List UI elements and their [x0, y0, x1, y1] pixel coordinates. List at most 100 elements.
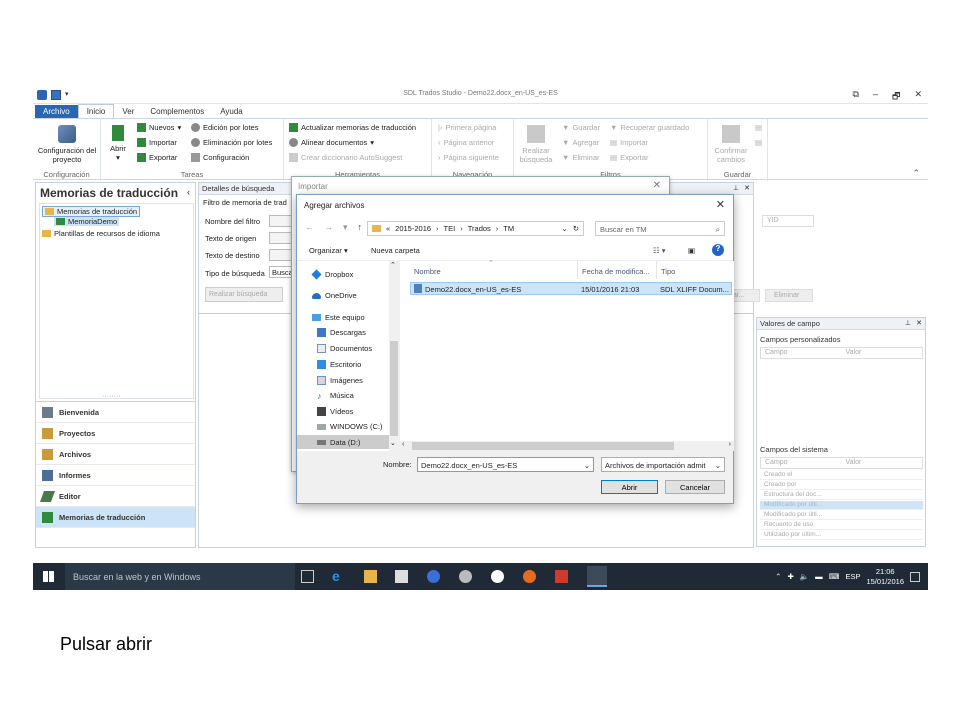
- restore-icon[interactable]: 🗗: [892, 89, 900, 105]
- nav-musica[interactable]: ♪ Música: [317, 391, 354, 401]
- tray-chevron-icon[interactable]: ⌃: [775, 572, 781, 581]
- view-options-icon[interactable]: ☷ ▾: [653, 246, 666, 255]
- tree-node-memorias[interactable]: Memorias de traducción: [42, 206, 141, 217]
- tree-node-plantillas[interactable]: Plantillas de recursos de idioma: [42, 229, 160, 238]
- column-tipo[interactable]: Tipo: [657, 261, 733, 279]
- system-field-row[interactable]: Recuento de uso: [760, 521, 923, 530]
- nav-scrollbar[interactable]: ⌃ ⌄: [389, 261, 399, 451]
- project-config-button[interactable]: Configuración del proyecto: [37, 125, 97, 164]
- system-field-row[interactable]: Creado el: [760, 471, 923, 480]
- volume-icon[interactable]: 🔈: [800, 572, 809, 581]
- store-icon[interactable]: [395, 570, 408, 583]
- guardar-filtro-button[interactable]: ▼ Guardar: [562, 123, 600, 132]
- crear-diccionario-button[interactable]: Crear diccionario AutoSuggest: [289, 153, 402, 162]
- scroll-thumb[interactable]: [412, 442, 674, 450]
- clock[interactable]: 21:06 15/01/2016: [866, 567, 904, 587]
- nav-memorias[interactable]: Memorias de traducción: [36, 507, 195, 528]
- close-icon[interactable]: ✕: [916, 319, 922, 327]
- importar-button[interactable]: Importar: [137, 138, 177, 147]
- nav-dropbox[interactable]: Dropbox: [311, 269, 353, 280]
- scroll-down-icon[interactable]: ⌄: [390, 439, 396, 447]
- confirmar-cambios-button[interactable]: Confirmar cambios: [712, 125, 750, 164]
- nav-data-d[interactable]: Data (D:): [297, 435, 389, 449]
- yid-field[interactable]: YID: [762, 215, 814, 227]
- agregar-filtro-button[interactable]: ▼ Agregar: [562, 138, 599, 147]
- file-row[interactable]: Demo22.docx_en-US_es-ES 15/01/2016 21:03…: [410, 282, 732, 295]
- nav-escritorio[interactable]: Escritorio: [317, 360, 361, 369]
- pagina-anterior-button[interactable]: ‹ Página anterior: [438, 138, 494, 147]
- firefox-icon[interactable]: [523, 570, 536, 583]
- help-icon[interactable]: ?: [712, 244, 724, 256]
- collapse-panel-icon[interactable]: ‹: [187, 187, 190, 197]
- scroll-up-icon[interactable]: ⌃: [390, 261, 396, 269]
- close-icon[interactable]: ✕: [744, 184, 750, 192]
- small-icon-a[interactable]: ▤: [755, 123, 762, 132]
- close-icon[interactable]: ✕: [716, 198, 725, 211]
- nav-proyectos[interactable]: Proyectos: [36, 423, 195, 444]
- pin-icon[interactable]: ⊥: [905, 319, 911, 327]
- tab-archivo[interactable]: Archivo: [35, 105, 78, 118]
- keyboard-icon[interactable]: ⌨: [829, 572, 840, 581]
- app-icon[interactable]: [427, 570, 440, 583]
- nav-descargas[interactable]: Descargas: [317, 328, 366, 337]
- task-view-icon[interactable]: [301, 570, 314, 583]
- windows-start-icon[interactable]: [43, 571, 54, 582]
- system-field-row[interactable]: Modificado por últi...: [760, 501, 923, 510]
- primera-pagina-button[interactable]: |‹ Primera página: [438, 123, 496, 132]
- language-indicator[interactable]: ESP: [845, 572, 860, 581]
- file-hscrollbar[interactable]: ‹ ›: [400, 441, 734, 451]
- realizar-busqueda-button[interactable]: Realizar búsqueda: [518, 125, 554, 164]
- scroll-left-icon[interactable]: ‹: [402, 441, 404, 448]
- path-dropdown-icon[interactable]: ⌄: [561, 224, 567, 233]
- nueva-carpeta-button[interactable]: Nueva carpeta: [371, 246, 420, 255]
- alinear-button[interactable]: Alinear documentos ▾: [289, 138, 374, 147]
- preview-pane-icon[interactable]: ▣: [688, 246, 695, 255]
- file-name-input[interactable]: Demo22.docx_en-US_es-ES ⌄: [417, 457, 594, 472]
- battery-icon[interactable]: ▬: [815, 572, 823, 581]
- nuevos-button[interactable]: Nuevos ▾: [137, 123, 181, 132]
- nav-este-equipo[interactable]: Este equipo: [312, 313, 365, 322]
- tab-inicio[interactable]: Inicio: [77, 104, 115, 118]
- file-type-select[interactable]: Archivos de importación admit ⌄: [601, 457, 725, 472]
- app-icon[interactable]: [459, 570, 472, 583]
- nav-onedrive[interactable]: OneDrive: [312, 291, 357, 300]
- forward-icon[interactable]: →: [324, 222, 333, 233]
- abrir-button[interactable]: Abrir ▾: [107, 125, 129, 162]
- tab-complementos[interactable]: Complementos: [142, 105, 212, 118]
- system-field-row[interactable]: Utilizado por últim...: [760, 531, 923, 540]
- up-icon[interactable]: ↑: [358, 222, 363, 233]
- tray-app-icon[interactable]: ✚: [787, 572, 793, 581]
- recent-dropdown-icon[interactable]: ▾: [343, 222, 348, 233]
- nav-informes[interactable]: Informes: [36, 465, 195, 486]
- scroll-right-icon[interactable]: ›: [729, 441, 731, 448]
- eliminar-button[interactable]: Eliminar: [765, 289, 813, 302]
- search-input[interactable]: Buscar en TM ⌕: [595, 221, 725, 236]
- tree-node-memoriademo[interactable]: MemoriaDemo: [54, 217, 120, 226]
- abrir-button[interactable]: Abrir: [601, 480, 658, 494]
- minimize-icon[interactable]: –: [873, 89, 878, 105]
- back-icon[interactable]: ←: [305, 222, 314, 233]
- splitter-grip[interactable]: ········: [102, 393, 121, 400]
- eliminar-filtro-button[interactable]: ▼ Eliminar: [562, 153, 600, 162]
- column-nombre[interactable]: Nombre: [410, 261, 578, 279]
- tab-ver[interactable]: Ver: [114, 105, 142, 118]
- address-bar[interactable]: « 2015-2016 › TEI › Trados › TM ⌄ ↻: [367, 221, 584, 236]
- pin-icon[interactable]: ⊥: [733, 184, 739, 192]
- exportar-button[interactable]: Exportar: [137, 153, 177, 162]
- close-icon[interactable]: ✕: [914, 89, 922, 105]
- nav-bienvenida[interactable]: Bienvenida: [36, 402, 195, 423]
- system-field-row[interactable]: Creado por: [760, 481, 923, 490]
- edicion-lotes-button[interactable]: Edición por lotes: [191, 123, 258, 132]
- small-icon-b[interactable]: ▤: [755, 138, 762, 147]
- nav-imagenes[interactable]: Imágenes: [317, 376, 363, 385]
- exportar-filtro-button[interactable]: ▤ Exportar: [610, 153, 648, 162]
- configuracion-button[interactable]: Configuración: [191, 153, 249, 162]
- system-field-row[interactable]: Estructura del doc...: [760, 491, 923, 500]
- file-explorer-icon[interactable]: [364, 570, 377, 583]
- close-icon[interactable]: ✕: [653, 180, 661, 191]
- scroll-thumb[interactable]: [390, 341, 398, 436]
- nav-documentos[interactable]: Documentos: [317, 344, 372, 353]
- edge-icon[interactable]: e: [332, 568, 345, 584]
- taskbar-search[interactable]: Buscar en la web y en Windows: [65, 563, 295, 590]
- chrome-icon[interactable]: [491, 570, 504, 583]
